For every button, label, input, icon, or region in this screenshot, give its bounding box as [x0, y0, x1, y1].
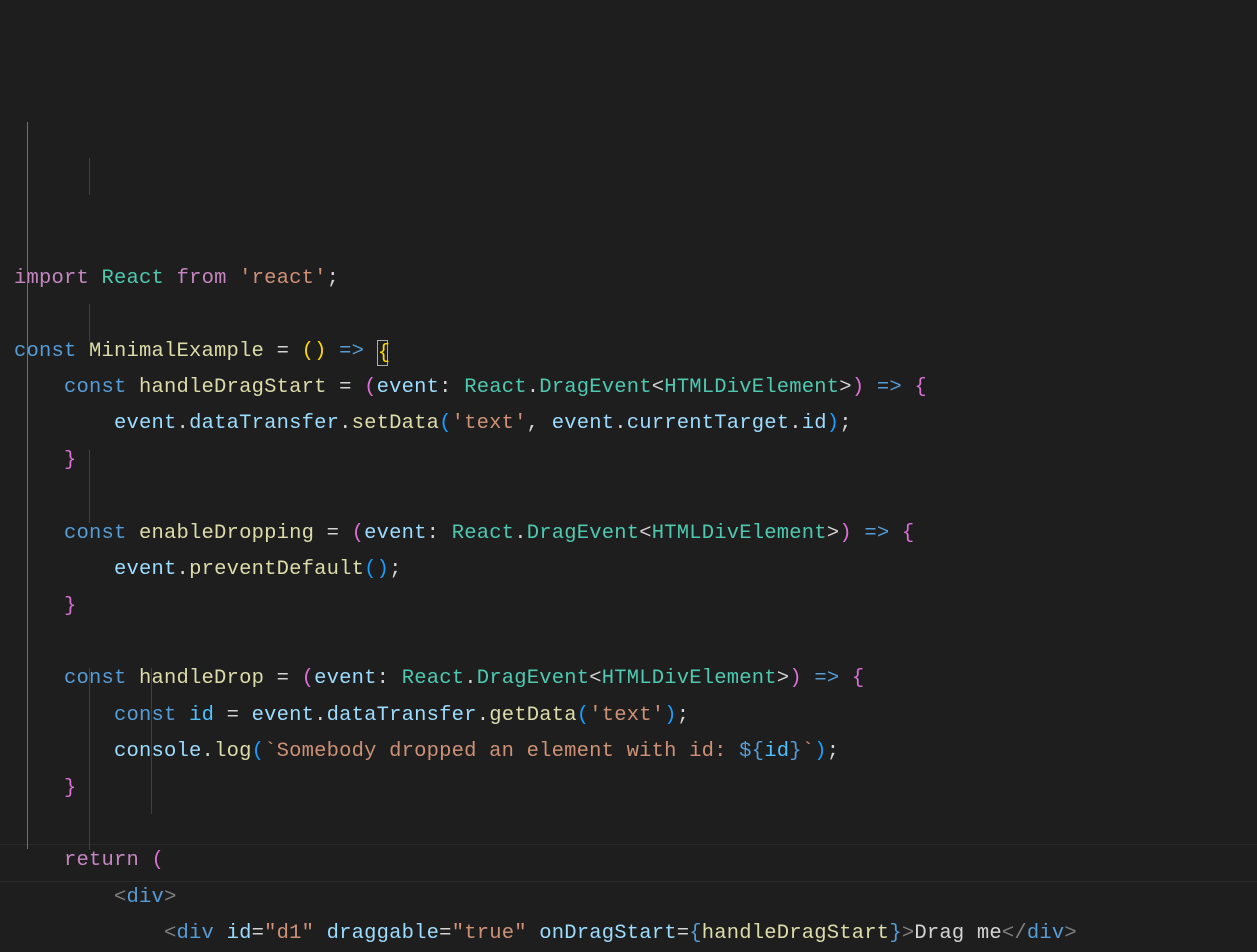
code-line[interactable]: const enableDropping = (event: React.Dra…: [14, 522, 914, 545]
code-line[interactable]: const MinimalExample = () => {: [14, 340, 388, 363]
cursor-on-brace: {: [377, 340, 389, 366]
code-line[interactable]: event.dataTransfer.setData('text', event…: [14, 412, 852, 435]
code-line[interactable]: const id = event.dataTransfer.getData('t…: [14, 704, 689, 727]
code-line[interactable]: }: [14, 595, 77, 618]
code-line[interactable]: <div>: [14, 886, 177, 909]
code-line[interactable]: }: [14, 449, 77, 472]
code-line[interactable]: event.preventDefault();: [14, 558, 402, 581]
code-line[interactable]: const handleDragStart = (event: React.Dr…: [14, 376, 927, 399]
code-line[interactable]: import React from 'react';: [14, 267, 339, 290]
code-line[interactable]: <div id="d1" draggable="true" onDragStar…: [14, 922, 1077, 945]
code-line[interactable]: }: [14, 777, 77, 800]
code-line[interactable]: console.log(`Somebody dropped an element…: [14, 740, 839, 763]
code-line[interactable]: const handleDrop = (event: React.DragEve…: [14, 667, 864, 690]
code-editor[interactable]: import React from 'react'; const Minimal…: [0, 0, 1257, 952]
code-line[interactable]: return (: [14, 849, 164, 872]
